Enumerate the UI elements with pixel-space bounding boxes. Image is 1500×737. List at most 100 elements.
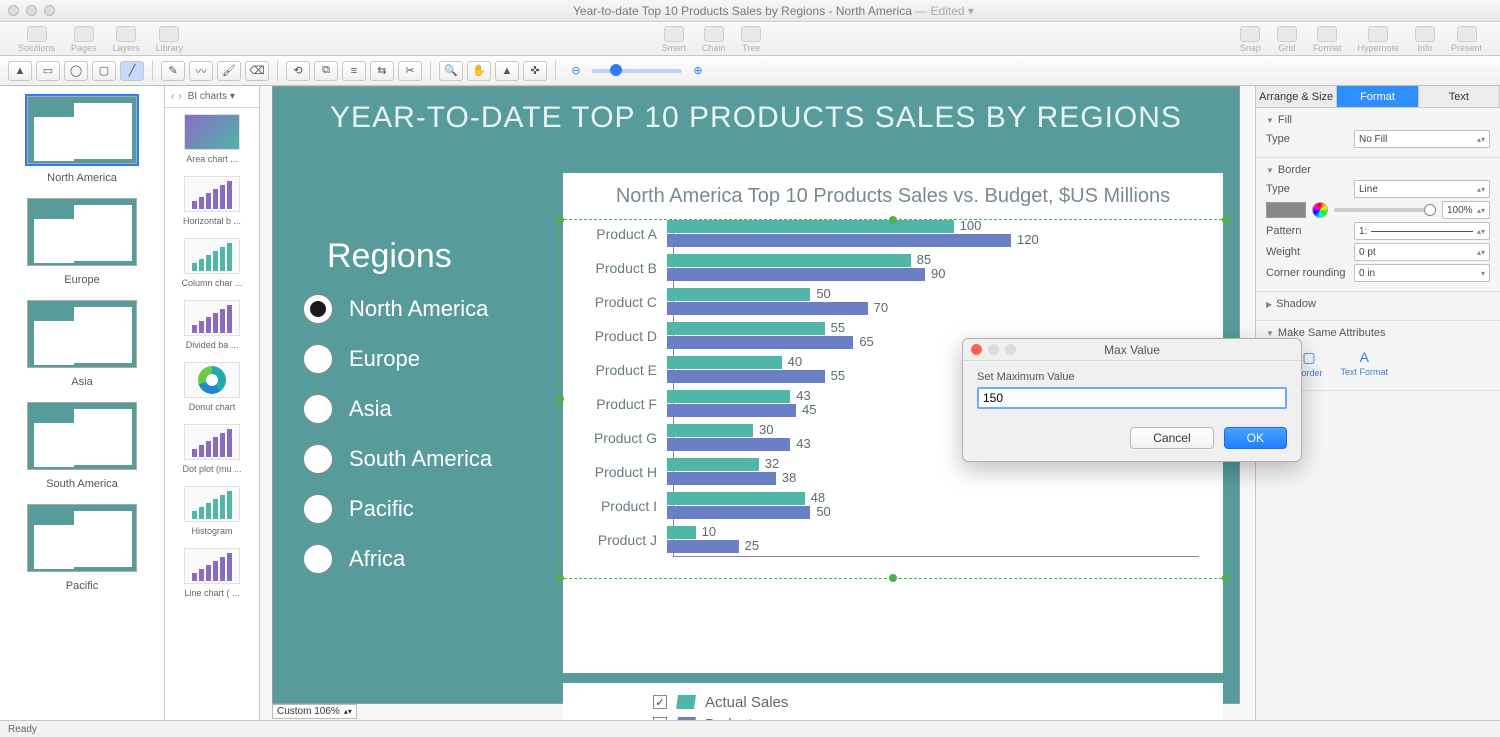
zoom-tool-icon[interactable]: 🔍 bbox=[439, 61, 463, 81]
library-item[interactable]: Area chart ... bbox=[165, 108, 259, 170]
page-thumbnail[interactable] bbox=[27, 198, 137, 266]
color-picker-icon[interactable] bbox=[1312, 202, 1328, 218]
bar-actual[interactable]: 10 bbox=[667, 526, 696, 539]
curve-tool-icon[interactable]: 〰 bbox=[189, 61, 213, 81]
bar-budget[interactable]: 50 bbox=[667, 506, 810, 519]
bar-budget[interactable]: 65 bbox=[667, 336, 853, 349]
eraser-tool-icon[interactable]: ⌫ bbox=[245, 61, 269, 81]
region-radio-africa[interactable]: Africa bbox=[303, 544, 543, 574]
library-item[interactable]: Divided ba ... bbox=[165, 294, 259, 356]
border-opacity-slider[interactable] bbox=[1334, 208, 1436, 212]
bar-actual[interactable]: 43 bbox=[667, 390, 790, 403]
cancel-button[interactable]: Cancel bbox=[1130, 427, 1213, 449]
bar-actual[interactable]: 30 bbox=[667, 424, 753, 437]
toolbar-snap-button[interactable]: Snap bbox=[1232, 25, 1269, 53]
ellipse-tool-icon[interactable]: ◯ bbox=[64, 61, 88, 81]
distribute-tool-icon[interactable]: ⇆ bbox=[370, 61, 394, 81]
library-item[interactable]: Dot plot (mu ... bbox=[165, 418, 259, 480]
zoom-window-icon[interactable] bbox=[44, 5, 55, 16]
toolbar-layers-button[interactable]: Layers bbox=[105, 25, 148, 53]
toolbar-present-button[interactable]: Present bbox=[1443, 25, 1490, 53]
fill-section-heading[interactable]: Fill bbox=[1278, 114, 1292, 126]
tab-format[interactable]: Format bbox=[1337, 86, 1418, 107]
zoom-slider[interactable] bbox=[592, 69, 682, 73]
shadow-section-heading[interactable]: Shadow bbox=[1276, 298, 1316, 310]
toolbar-grid-button[interactable]: Grid bbox=[1269, 25, 1305, 53]
library-item[interactable]: Donut chart bbox=[165, 356, 259, 418]
zoom-out-icon[interactable]: ⊖ bbox=[564, 61, 588, 81]
page-thumbnail[interactable] bbox=[27, 300, 137, 368]
pointer-tool-icon[interactable]: ▲ bbox=[8, 61, 32, 81]
bar-budget[interactable]: 25 bbox=[667, 540, 739, 553]
fill-type-dropdown[interactable]: No Fill▴▾ bbox=[1354, 130, 1490, 148]
library-item[interactable]: Column char ... bbox=[165, 232, 259, 294]
bar-actual[interactable]: 85 bbox=[667, 254, 911, 267]
minimize-window-icon[interactable] bbox=[26, 5, 37, 16]
bar-budget[interactable]: 70 bbox=[667, 302, 868, 315]
bar-actual[interactable]: 50 bbox=[667, 288, 810, 301]
max-value-input[interactable] bbox=[977, 387, 1287, 409]
close-window-icon[interactable] bbox=[8, 5, 19, 16]
library-header[interactable]: ‹ › BI charts ▾ bbox=[165, 86, 259, 108]
ok-button[interactable]: OK bbox=[1224, 427, 1287, 449]
group-tool-icon[interactable]: ⧉ bbox=[314, 61, 338, 81]
pen-tool-icon[interactable]: ✎ bbox=[161, 61, 185, 81]
corner-rounding-dropdown[interactable]: 0 in▾ bbox=[1354, 264, 1490, 282]
toolbar-hypernote-button[interactable]: Hypernote bbox=[1349, 25, 1407, 53]
make-same-text-button[interactable]: AText Format bbox=[1341, 349, 1389, 378]
legend-actual-checkbox[interactable]: ✓ bbox=[653, 695, 667, 709]
library-item[interactable]: Horizontal b ... bbox=[165, 170, 259, 232]
region-radio-pacific[interactable]: Pacific bbox=[303, 494, 543, 524]
rotate-tool-icon[interactable]: ⟲ bbox=[286, 61, 310, 81]
border-type-dropdown[interactable]: Line▴▾ bbox=[1354, 180, 1490, 198]
region-radio-asia[interactable]: Asia bbox=[303, 394, 543, 424]
brush-tool-icon[interactable]: 🖌 bbox=[217, 61, 241, 81]
border-weight-stepper[interactable]: 0 pt▴▾ bbox=[1354, 243, 1490, 261]
bar-budget[interactable]: 45 bbox=[667, 404, 796, 417]
lib-back-icon[interactable]: ‹ bbox=[171, 91, 174, 102]
toolbar-format-button[interactable]: Format bbox=[1305, 25, 1350, 53]
bar-budget[interactable]: 90 bbox=[667, 268, 925, 281]
stamp-tool-icon[interactable]: ▲ bbox=[495, 61, 519, 81]
crop-tool-icon[interactable]: ✜ bbox=[523, 61, 547, 81]
lib-fwd-icon[interactable]: › bbox=[178, 91, 181, 102]
library-item[interactable]: Line chart ( ... bbox=[165, 542, 259, 604]
page-thumbnail[interactable] bbox=[27, 402, 137, 470]
bar-actual[interactable]: 40 bbox=[667, 356, 782, 369]
zoom-in-icon[interactable]: ⊕ bbox=[686, 61, 710, 81]
select-rect-tool-icon[interactable]: ▭ bbox=[36, 61, 60, 81]
region-radio-south-america[interactable]: South America bbox=[303, 444, 543, 474]
align-tool-icon[interactable]: ≡ bbox=[342, 61, 366, 81]
bar-budget[interactable]: 43 bbox=[667, 438, 790, 451]
toolbar-solutions-button[interactable]: Solutions bbox=[10, 25, 63, 53]
toolbar-smart-button[interactable]: Smart bbox=[654, 25, 694, 53]
toolbar-chain-button[interactable]: Chain bbox=[694, 25, 734, 53]
toolbar-pages-button[interactable]: Pages bbox=[63, 25, 105, 53]
bar-actual[interactable]: 55 bbox=[667, 322, 825, 335]
bar-actual[interactable]: 48 bbox=[667, 492, 805, 505]
bar-budget[interactable]: 38 bbox=[667, 472, 776, 485]
scissors-tool-icon[interactable]: ✂ bbox=[398, 61, 422, 81]
border-opacity-value[interactable]: 100%▴▾ bbox=[1442, 201, 1490, 219]
bar-budget[interactable]: 120 bbox=[667, 234, 1011, 247]
bar-actual[interactable]: 100 bbox=[667, 220, 954, 233]
region-radio-north-america[interactable]: North America bbox=[303, 294, 543, 324]
tab-arrange-size[interactable]: Arrange & Size bbox=[1256, 86, 1337, 107]
library-category-dropdown[interactable]: BI charts ▾ bbox=[188, 91, 235, 102]
rect-tool-icon[interactable]: ▢ bbox=[92, 61, 116, 81]
border-pattern-dropdown[interactable]: 1:▴▾ bbox=[1354, 222, 1490, 240]
page-thumbnail[interactable] bbox=[27, 96, 137, 164]
bar-budget[interactable]: 55 bbox=[667, 370, 825, 383]
tab-text[interactable]: Text bbox=[1419, 86, 1500, 107]
border-color-swatch[interactable] bbox=[1266, 202, 1306, 218]
toolbar-tree-button[interactable]: Tree bbox=[733, 25, 769, 53]
page-thumbnail[interactable] bbox=[27, 504, 137, 572]
legend-budget-checkbox[interactable]: ✓ bbox=[653, 717, 667, 720]
border-section-heading[interactable]: Border bbox=[1278, 164, 1311, 176]
region-radio-europe[interactable]: Europe bbox=[303, 344, 543, 374]
canvas-zoom-control[interactable]: Custom 106%▴▾ bbox=[272, 703, 357, 720]
line-tool-icon[interactable]: ╱ bbox=[120, 61, 144, 81]
hand-tool-icon[interactable]: ✋ bbox=[467, 61, 491, 81]
toolbar-info-button[interactable]: Info bbox=[1407, 25, 1443, 53]
bar-actual[interactable]: 32 bbox=[667, 458, 759, 471]
